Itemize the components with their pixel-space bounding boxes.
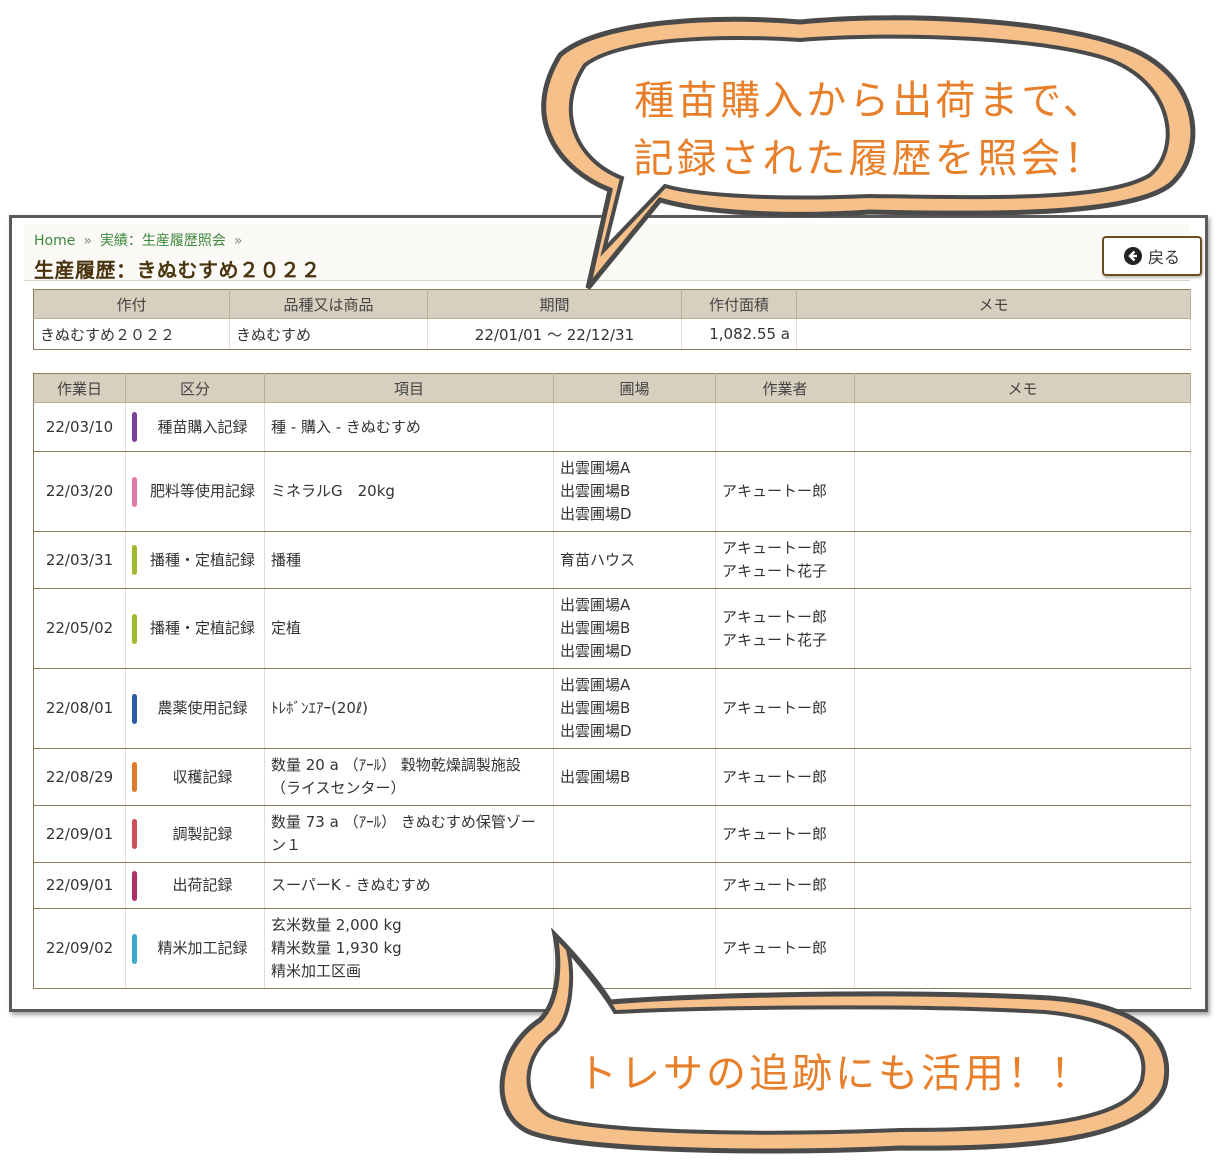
- callout-top-line2: 記録された履歴を照会！: [633, 136, 1107, 182]
- callout-bottom-text: トレサの追跡にも活用！！: [577, 1051, 1093, 1097]
- callout-top-line1: 種苗購入から出荷まで、: [634, 78, 1106, 124]
- callout-top-text: 種苗購入から出荷まで、 記録された履歴を照会！: [600, 72, 1140, 188]
- callout-bottom-bubble: [499, 927, 1170, 1154]
